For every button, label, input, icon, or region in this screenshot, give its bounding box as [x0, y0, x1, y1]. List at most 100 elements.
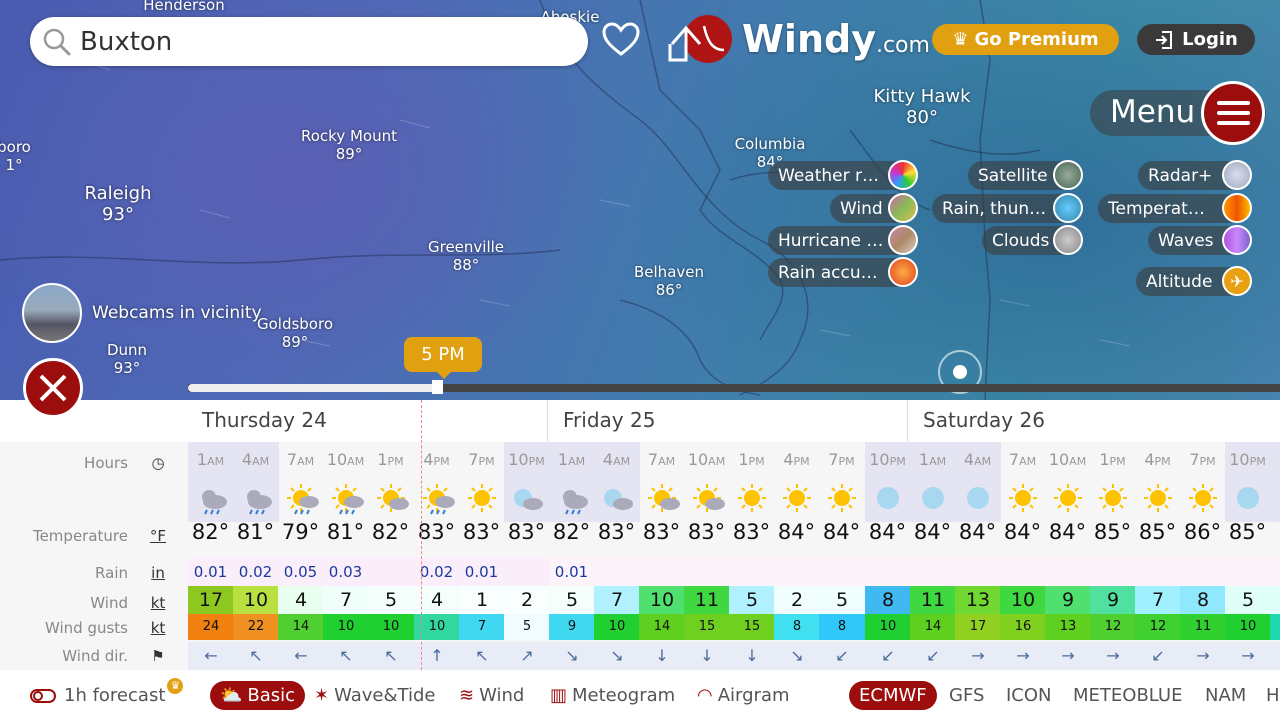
- layer-rain-thunder[interactable]: Rain, thun…: [932, 193, 1083, 223]
- wind-speed-cell: 5: [819, 586, 865, 614]
- favorite-heart-icon[interactable]: [601, 20, 641, 60]
- layer-radar-plus[interactable]: Radar+: [1138, 160, 1252, 190]
- temperature-unit-toggle[interactable]: °F: [148, 527, 168, 545]
- go-premium-button[interactable]: ♛ Go Premium: [932, 24, 1119, 55]
- hour-ampm: AM: [568, 455, 586, 468]
- hour-cell: 1PM: [368, 450, 413, 469]
- wind-speed-cell: 5: [729, 586, 775, 614]
- sun-icon: [729, 482, 774, 514]
- layer-rain-accumulation[interactable]: Rain accu…: [768, 257, 918, 287]
- layer-clouds[interactable]: Clouds: [982, 225, 1083, 255]
- layer-altitude[interactable]: Altitude ✈: [1136, 266, 1252, 296]
- hour-cell: 10AM: [323, 450, 368, 469]
- rain-cell-bg: [1090, 558, 1136, 586]
- timeline-handle[interactable]: [432, 380, 443, 394]
- crown-icon: ♛: [952, 29, 969, 50]
- tab-airgram[interactable]: ◠ Airgram: [697, 681, 790, 710]
- moon-clear-icon: [1225, 482, 1270, 514]
- day-separator: [547, 400, 548, 444]
- tab-wave-tide[interactable]: ✶ Wave&Tide: [314, 681, 435, 710]
- timeline-track[interactable]: [188, 380, 1280, 394]
- tab-meteogram[interactable]: ▥ Meteogram: [550, 681, 675, 710]
- hour-ampm: PM: [889, 455, 906, 468]
- search-input[interactable]: [80, 26, 560, 57]
- satellite-icon: [1053, 160, 1083, 190]
- webcams-button[interactable]: Webcams in vicinity: [22, 283, 262, 343]
- wind-gust-cell: 10: [368, 614, 414, 640]
- weather-map[interactable]: Henderson Ahoskie Kitty Hawk80° Rocky Mo…: [0, 0, 1280, 400]
- hour-ampm: PM: [1154, 455, 1171, 468]
- hour-value: 10: [869, 450, 890, 469]
- timeline-time-bubble[interactable]: 5 PM: [404, 337, 482, 379]
- rain-unit-toggle[interactable]: in: [148, 564, 168, 582]
- rain-cell-bg: [639, 558, 685, 586]
- hour-ampm: PM: [387, 455, 404, 468]
- rain-cloud-icon: [188, 482, 233, 515]
- wind-speed-cell: 5: [368, 586, 414, 614]
- hour-cell: 10PM: [1225, 450, 1270, 469]
- search-box[interactable]: [30, 17, 588, 66]
- forecast-table: Thursday 24 Friday 25 Saturday 26 Hours …: [0, 400, 1280, 670]
- model-icon[interactable]: ICON: [1006, 681, 1052, 710]
- sun-icon: [1090, 482, 1135, 514]
- rain-cell: 0.05: [283, 563, 318, 581]
- temperature-cell: 83°: [462, 520, 501, 544]
- tab-wind[interactable]: ≋ Wind: [459, 681, 524, 710]
- login-icon: [1156, 30, 1173, 49]
- hour-value: 1: [377, 450, 388, 469]
- temperature-cell: 84°: [822, 520, 861, 544]
- login-button[interactable]: Login: [1137, 24, 1255, 55]
- weather-radar-icon: [888, 160, 918, 190]
- layer-temperature[interactable]: Temperat…: [1098, 193, 1252, 223]
- temperature-cell: 84°: [1048, 520, 1087, 544]
- forecast-1h-toggle[interactable]: 1h forecast ♛: [30, 677, 184, 710]
- rain-cell-bg: [684, 558, 730, 586]
- wind-gust-cell: 14: [278, 614, 324, 640]
- close-forecast-button[interactable]: [23, 358, 83, 418]
- hour-value: 7: [828, 450, 839, 469]
- wind-speed-cell: 10: [233, 586, 279, 614]
- layer-weather-radar[interactable]: Weather r…: [768, 160, 918, 190]
- hour-cell: 4AM: [233, 450, 278, 469]
- hour-ampm: PM: [478, 455, 495, 468]
- wind-unit-toggle[interactable]: kt: [148, 594, 168, 612]
- day-header: Saturday 26: [923, 408, 1045, 432]
- wind-direction-arrow: ↗: [504, 642, 550, 670]
- sun-cloud-icon: ⛅: [220, 685, 243, 706]
- layer-satellite[interactable]: Satellite: [968, 160, 1083, 190]
- temperature-cell: 83°: [507, 520, 546, 544]
- hour-cell: 7AM: [639, 450, 684, 469]
- model-more[interactable]: H: [1266, 681, 1280, 710]
- day-separator: [907, 400, 908, 444]
- wind-speed-cell: 5: [1225, 586, 1271, 614]
- model-meteoblue[interactable]: METEOBLUE: [1073, 681, 1182, 710]
- layer-hurricane[interactable]: Hurricane …: [768, 225, 918, 255]
- layer-waves[interactable]: Waves: [1148, 225, 1252, 255]
- model-nam[interactable]: NAM: [1205, 681, 1246, 710]
- row-label-temperature: Temperature: [32, 527, 128, 545]
- row-label-wind-direction: Wind dir.: [62, 647, 128, 665]
- toggle-icon: [30, 688, 56, 703]
- wind-direction-arrow: →: [1225, 642, 1271, 670]
- wind-direction-arrow: ↙: [865, 642, 911, 670]
- model-ecmwf[interactable]: ECMWF: [849, 681, 937, 710]
- windy-logo[interactable]: Windy.com: [668, 14, 930, 64]
- temperature-cell: 8: [1270, 520, 1280, 544]
- city-label-kitty-hawk: Kitty Hawk 80°: [873, 86, 971, 128]
- model-gfs[interactable]: GFS: [949, 681, 984, 710]
- temperature-cell: 81°: [236, 520, 275, 544]
- rain-cloud-icon: [549, 482, 594, 515]
- layer-wind[interactable]: Wind: [830, 193, 918, 223]
- wind-speed-cell: 17: [188, 586, 234, 614]
- menu-button[interactable]: Menu: [1090, 81, 1266, 145]
- rain-cell-bg: [865, 558, 911, 586]
- tab-basic[interactable]: ⛅ Basic: [210, 681, 306, 710]
- wind-direction-arrow: ↓: [639, 642, 685, 670]
- hour-value: 10: [508, 450, 529, 469]
- gusts-unit-toggle[interactable]: kt: [148, 619, 168, 637]
- wind-direction-arrow: ↖: [233, 642, 279, 670]
- temperature-cell: 82°: [191, 520, 230, 544]
- wind-speed-cell: 8: [865, 586, 911, 614]
- hour-cell: 4AM: [594, 450, 639, 469]
- wind-direction-arrow: ←: [278, 642, 324, 670]
